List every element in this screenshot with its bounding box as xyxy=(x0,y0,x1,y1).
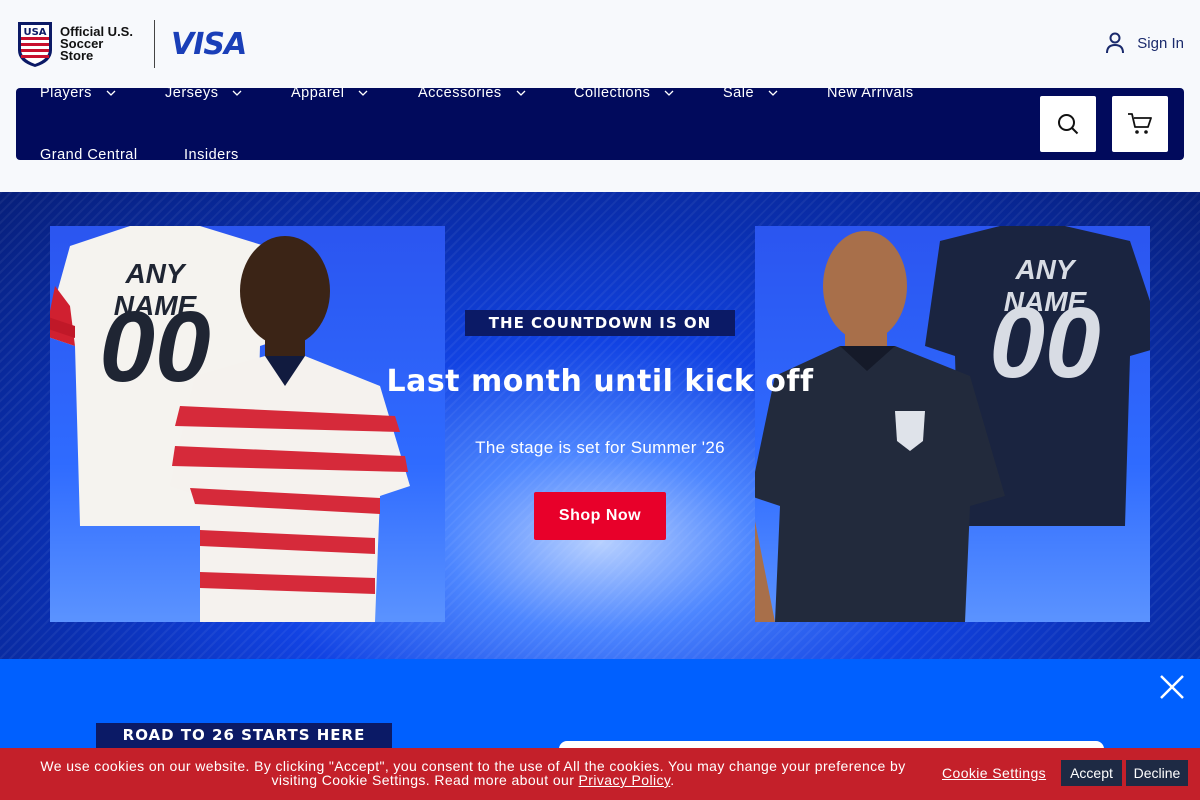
nav-item-jerseys[interactable]: Jerseys xyxy=(165,85,242,101)
privacy-policy-link[interactable]: Privacy Policy xyxy=(579,772,671,788)
site-header: USA Official U.S. Soccer Store VISA Sign… xyxy=(0,0,1200,88)
accept-button[interactable]: Accept xyxy=(1061,760,1122,786)
hero-title: Last month until kick off xyxy=(386,364,814,399)
visa-logo: VISA xyxy=(171,26,247,62)
logo-divider xyxy=(154,20,155,68)
chevron-down-icon xyxy=(359,90,368,96)
cookie-settings-link[interactable]: Cookie Settings xyxy=(942,765,1046,781)
nav-label: Insiders xyxy=(184,147,239,163)
sign-in-label: Sign In xyxy=(1137,34,1184,52)
cookie-message-line2: visiting Cookie Settings. Read more abou… xyxy=(16,773,930,787)
nav-label: Apparel xyxy=(291,85,345,101)
nav-item-sale[interactable]: Sale xyxy=(723,85,778,101)
nav-label: Players xyxy=(40,85,92,101)
hero-kicker: THE COUNTDOWN IS ON xyxy=(465,310,735,336)
nav-item-accessories[interactable]: Accessories xyxy=(418,85,526,101)
nav-label: New Arrivals xyxy=(827,85,914,101)
cookie-message-line1: We use cookies on our website. By clicki… xyxy=(40,758,906,774)
close-icon[interactable] xyxy=(1158,673,1186,701)
cookie-message-prefix: visiting Cookie Settings. Read more abou… xyxy=(271,772,579,788)
nav-label: Sale xyxy=(723,85,755,101)
sign-in-link[interactable]: Sign In xyxy=(1105,32,1184,54)
chevron-down-icon xyxy=(664,90,674,96)
crest-text: USA xyxy=(23,27,46,38)
hero-banner: ANY NAME 00 ANY NAME 00 THE COUNTDOWN IS… xyxy=(0,192,1200,659)
cart-button[interactable] xyxy=(1112,96,1168,152)
chevron-down-icon xyxy=(233,90,242,96)
store-name: Official U.S. Soccer Store xyxy=(60,24,133,63)
cookie-message-suffix: . xyxy=(670,772,675,788)
search-icon xyxy=(1058,114,1079,135)
nav-label: Accessories xyxy=(418,85,502,101)
cookie-message: We use cookies on our website. By clicki… xyxy=(16,759,930,787)
main-navigation: Players Jerseys Apparel Accessories Coll… xyxy=(16,85,1184,163)
hero-image-left: ANY NAME 00 xyxy=(50,226,445,622)
shop-now-button[interactable]: Shop Now xyxy=(534,492,666,540)
chevron-down-icon xyxy=(516,90,526,96)
cart-icon xyxy=(1128,113,1152,134)
hero-subtitle: The stage is set for Summer '26 xyxy=(475,438,725,457)
nav-item-collections[interactable]: Collections xyxy=(574,85,674,101)
cookie-banner: We use cookies on our website. By clicki… xyxy=(0,748,1200,800)
nav-label: Collections xyxy=(574,85,651,101)
store-logo[interactable]: USA Official U.S. Soccer Store VISA xyxy=(16,20,247,68)
nav-item-players[interactable]: Players xyxy=(40,85,116,101)
nav-item-insiders[interactable]: Insiders xyxy=(184,147,239,163)
promo-badge: ROAD TO 26 STARTS HERE xyxy=(96,723,392,748)
nav-item-apparel[interactable]: Apparel xyxy=(291,85,368,101)
us-soccer-crest-icon: USA xyxy=(16,20,54,68)
nav-label: Grand Central xyxy=(40,147,138,163)
hero-image-right: ANY NAME 00 xyxy=(755,226,1150,622)
chevron-down-icon xyxy=(106,90,116,96)
decline-button[interactable]: Decline xyxy=(1126,760,1188,786)
nav-label: Jerseys xyxy=(165,85,219,101)
chevron-down-icon xyxy=(768,90,778,96)
search-button[interactable] xyxy=(1040,96,1096,152)
nav-item-new-arrivals[interactable]: New Arrivals xyxy=(827,85,914,101)
nav-item-grand-central[interactable]: Grand Central xyxy=(40,147,138,163)
user-icon xyxy=(1106,32,1125,54)
